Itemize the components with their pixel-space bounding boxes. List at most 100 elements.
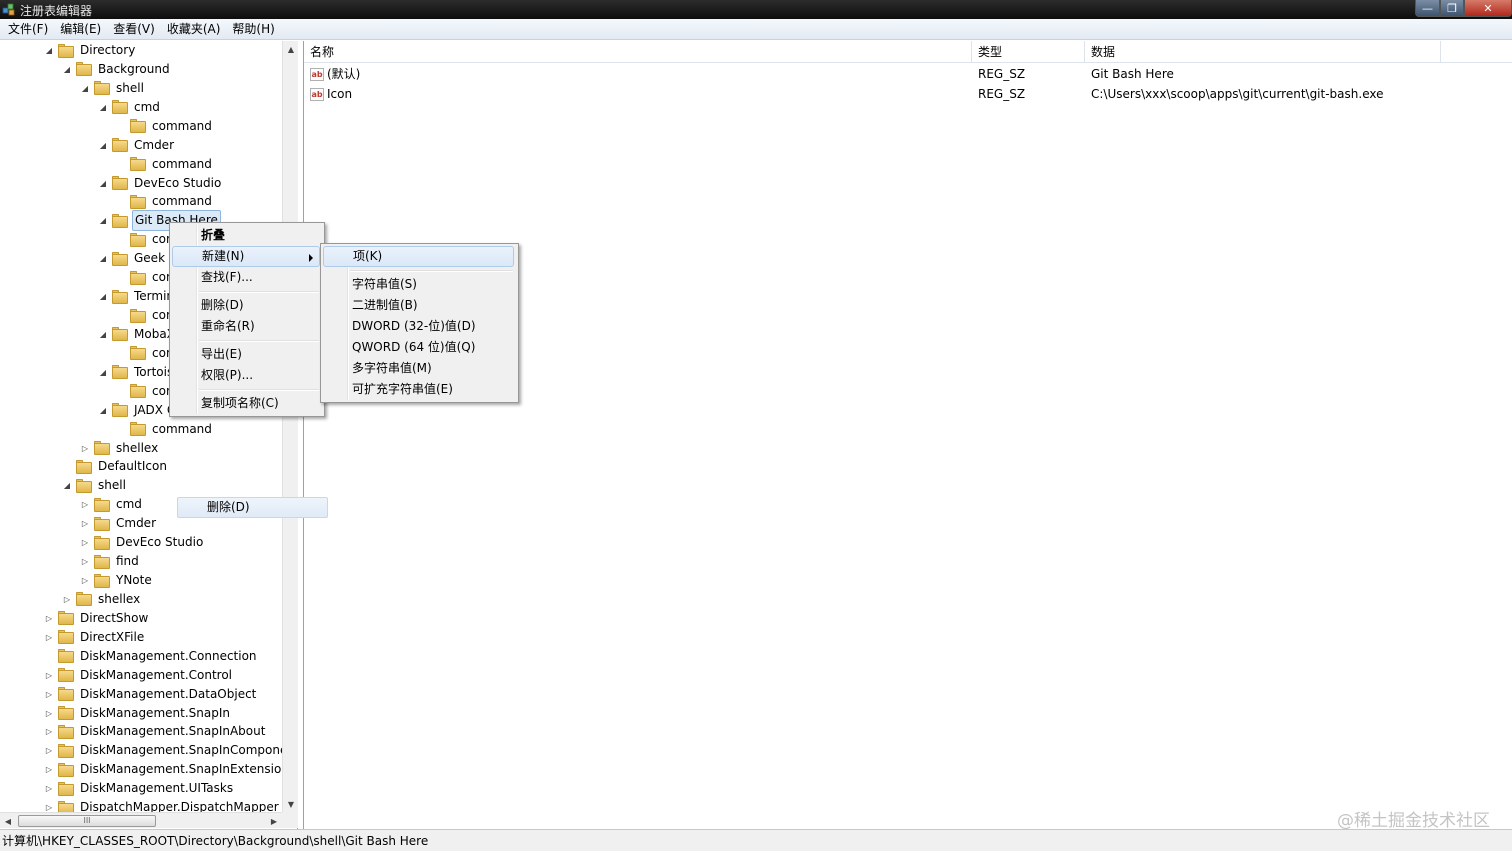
- tree-node[interactable]: ▷ DiskManagement.SnapIn: [44, 704, 232, 723]
- tree-node[interactable]: ▷ shellex: [80, 439, 160, 458]
- submenu-item[interactable]: 多字符串值(M): [323, 358, 514, 379]
- submenu-item[interactable]: 字符串值(S): [323, 274, 514, 295]
- tree-node[interactable]: ▷ cmd: [80, 495, 144, 514]
- collapse-triangle-icon[interactable]: ◢: [62, 476, 72, 495]
- list-item[interactable]: ab Icon REG_SZ C:\Users\xxx\scoop\apps\git\…: [304, 84, 1512, 104]
- collapse-triangle-icon[interactable]: ◢: [98, 401, 108, 420]
- folder-icon: [58, 630, 74, 645]
- expand-triangle-icon[interactable]: ▷: [44, 741, 54, 760]
- tree-node[interactable]: ▷ DiskManagement.UITasks: [44, 779, 235, 798]
- tree-node[interactable]: ▷ DiskManagement.SnapInExtension: [44, 760, 291, 779]
- context-menu-item[interactable]: 查找(F)...: [172, 267, 320, 288]
- expand-triangle-icon[interactable]: ▷: [62, 590, 72, 609]
- submenu-item[interactable]: 项(K): [323, 246, 514, 267]
- value-data: C:\Users\xxx\scoop\apps\git\current\git-…: [1091, 87, 1384, 101]
- scroll-down-arrow-icon[interactable]: ▼: [283, 796, 299, 812]
- submenu-item-label: 多字符串值(M): [352, 361, 432, 375]
- submenu-item[interactable]: QWORD (64 位)值(Q): [323, 337, 514, 358]
- scroll-up-arrow-icon[interactable]: ▲: [283, 41, 299, 57]
- context-menu-item[interactable]: 删除(D): [172, 295, 320, 316]
- tree-node[interactable]: ▷ Cmder: [80, 514, 158, 533]
- tree-node[interactable]: ▷ DiskManagement.SnapInAbout: [44, 722, 267, 741]
- expand-triangle-icon[interactable]: ▷: [44, 685, 54, 704]
- scroll-left-arrow-icon[interactable]: ◀: [0, 813, 16, 829]
- values-list[interactable]: 名称 类型 数据 ab (默认) REG_SZ Git Bash Here ab Icon…: [303, 41, 1512, 829]
- menu-edit[interactable]: 编辑(E): [54, 19, 107, 39]
- context-menu-item[interactable]: 重命名(R): [172, 316, 320, 337]
- collapse-triangle-icon[interactable]: ◢: [98, 325, 108, 344]
- tree-node[interactable]: ▷ find: [80, 552, 141, 571]
- tree-node[interactable]: command: [116, 155, 214, 174]
- expand-triangle-icon[interactable]: ▷: [44, 666, 54, 685]
- list-item[interactable]: ab (默认) REG_SZ Git Bash Here: [304, 64, 1512, 84]
- context-menu-item[interactable]: 新建(N): [172, 246, 320, 267]
- context-menu-item[interactable]: 权限(P)...: [172, 365, 320, 386]
- tree-node[interactable]: ◢ cmd: [98, 98, 162, 117]
- tree-node[interactable]: ▷ YNote: [80, 571, 154, 590]
- tree-node[interactable]: DiskManagement.Connection: [44, 647, 259, 666]
- scroll-thumb[interactable]: III: [18, 815, 156, 827]
- tree-node[interactable]: ▷ DiskManagement.DataObject: [44, 685, 258, 704]
- expand-triangle-icon[interactable]: ▷: [44, 628, 54, 647]
- column-header-name[interactable]: 名称: [304, 41, 972, 63]
- folder-icon: [58, 781, 74, 796]
- tree-node[interactable]: ◢ Background: [62, 60, 172, 79]
- minimize-button[interactable]: —: [1415, 0, 1440, 17]
- tree-vertical-scrollbar[interactable]: ▲ ▼: [282, 41, 298, 812]
- menu-help[interactable]: 帮助(H): [226, 19, 280, 39]
- tree-node[interactable]: ▷ DirectXFile: [44, 628, 146, 647]
- tree-node[interactable]: ▷ DiskManagement.SnapInComponent: [44, 741, 297, 760]
- tree-node[interactable]: command: [116, 192, 214, 211]
- menu-file[interactable]: 文件(F): [2, 19, 54, 39]
- menu-view[interactable]: 查看(V): [107, 19, 161, 39]
- context-menu-item[interactable]: 导出(E): [172, 344, 320, 365]
- collapse-triangle-icon[interactable]: ◢: [98, 249, 108, 268]
- collapse-triangle-icon[interactable]: ◢: [62, 60, 72, 79]
- expand-triangle-icon[interactable]: ▷: [44, 760, 54, 779]
- tree-node[interactable]: command: [116, 117, 214, 136]
- collapse-triangle-icon[interactable]: ◢: [44, 41, 54, 60]
- tree-node[interactable]: ▷ DevEco Studio: [80, 533, 205, 552]
- tree-node[interactable]: DefaultIcon: [62, 457, 169, 476]
- maximize-button[interactable]: ❐: [1440, 0, 1464, 17]
- tree-node[interactable]: ▷ DirectShow: [44, 609, 150, 628]
- scroll-right-arrow-icon[interactable]: ▶: [266, 813, 282, 829]
- expand-triangle-icon[interactable]: ▷: [44, 722, 54, 741]
- collapse-triangle-icon[interactable]: ◢: [98, 98, 108, 117]
- close-button[interactable]: ✕: [1464, 0, 1512, 17]
- context-menu-item[interactable]: 折叠: [172, 225, 320, 246]
- collapse-triangle-icon[interactable]: ◢: [98, 287, 108, 306]
- collapse-triangle-icon[interactable]: ◢: [98, 174, 108, 193]
- registry-tree[interactable]: ◢ Directory ◢ Background ◢ shell ◢ cmd command ◢ C…: [0, 41, 298, 829]
- expand-triangle-icon[interactable]: ▷: [44, 704, 54, 723]
- tree-horizontal-scrollbar[interactable]: ◀ III ▶: [0, 812, 282, 828]
- expand-triangle-icon[interactable]: ▷: [80, 533, 90, 552]
- tree-node[interactable]: ◢ shell: [80, 79, 146, 98]
- expand-triangle-icon[interactable]: ▷: [80, 552, 90, 571]
- expand-triangle-icon[interactable]: ▷: [80, 571, 90, 590]
- tree-node[interactable]: ▷ shellex: [62, 590, 142, 609]
- expand-triangle-icon[interactable]: ▷: [44, 779, 54, 798]
- tree-node[interactable]: ◢ DevEco Studio: [98, 174, 223, 193]
- tree-node[interactable]: command: [116, 420, 214, 439]
- collapse-triangle-icon[interactable]: ◢: [98, 136, 108, 155]
- tree-node[interactable]: ▷ DiskManagement.Control: [44, 666, 234, 685]
- tree-node[interactable]: ◢ Directory: [44, 41, 137, 60]
- collapse-triangle-icon[interactable]: ◢: [98, 211, 108, 230]
- column-header-type[interactable]: 类型: [972, 41, 1085, 63]
- submenu-item[interactable]: 可扩充字符串值(E): [323, 379, 514, 400]
- menu-favorites[interactable]: 收藏夹(A): [161, 19, 227, 39]
- expand-triangle-icon[interactable]: ▷: [80, 439, 90, 458]
- folder-icon: [112, 403, 128, 418]
- expand-triangle-icon[interactable]: ▷: [44, 609, 54, 628]
- tree-node[interactable]: ◢ shell: [62, 476, 128, 495]
- submenu-item[interactable]: 二进制值(B): [323, 295, 514, 316]
- tree-node[interactable]: ◢ Cmder: [98, 136, 176, 155]
- column-header-data[interactable]: 数据: [1085, 41, 1441, 63]
- expand-triangle-icon[interactable]: ▷: [80, 495, 90, 514]
- submenu-item[interactable]: DWORD (32-位)值(D): [323, 316, 514, 337]
- expand-triangle-icon[interactable]: ▷: [80, 514, 90, 533]
- collapse-triangle-icon[interactable]: ◢: [98, 363, 108, 382]
- context-menu-item[interactable]: 复制项名称(C): [172, 393, 320, 414]
- collapse-triangle-icon[interactable]: ◢: [80, 79, 90, 98]
